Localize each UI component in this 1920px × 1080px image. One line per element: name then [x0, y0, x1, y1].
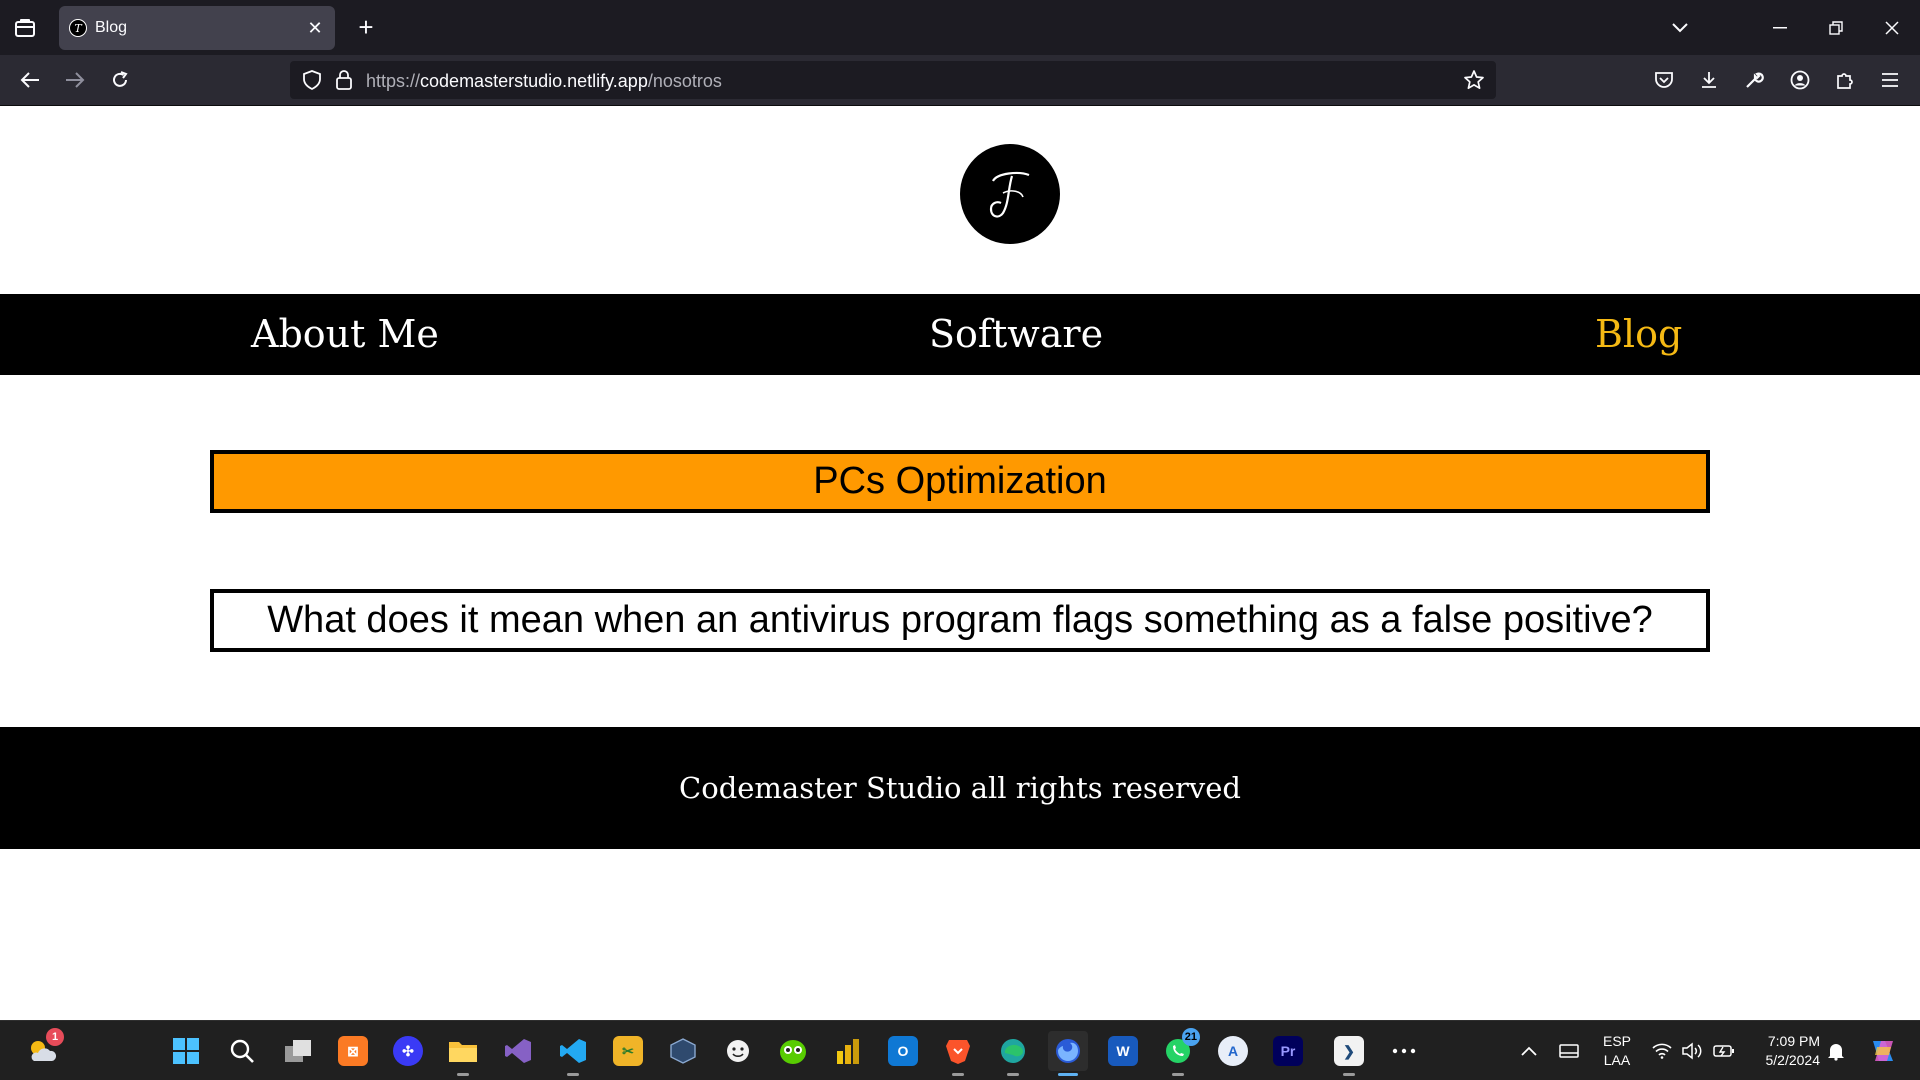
browser-nav-bar: https://codemasterstudio.netlify.app/nos…	[0, 55, 1920, 106]
url-bar[interactable]: https://codemasterstudio.netlify.app/nos…	[290, 61, 1496, 99]
language-code: ESP	[1602, 1033, 1631, 1049]
task-view-icon[interactable]	[278, 1031, 318, 1071]
lock-icon[interactable]	[332, 68, 356, 92]
tab-close-icon[interactable]: ✕	[305, 18, 325, 39]
brave-icon[interactable]	[938, 1031, 978, 1076]
virtualbox-icon[interactable]	[663, 1031, 703, 1071]
bookmark-star-icon[interactable]	[1462, 68, 1486, 92]
taskbar: 1 ⊠ ✣ ✂ O W 21 A Pr ❯ ESP LAA 7:09 PM 5/…	[0, 1020, 1920, 1080]
site-footer: Codemaster Studio all rights reserved	[0, 727, 1920, 849]
tab-overflow-chevron-icon[interactable]	[1652, 0, 1708, 55]
clock-time: 7:09 PM	[1767, 1033, 1820, 1049]
whatsapp-icon[interactable]: 21	[1158, 1028, 1200, 1076]
running-indicator	[1172, 1073, 1184, 1076]
touch-keyboard-icon[interactable]	[1557, 1039, 1581, 1063]
site-logo[interactable]	[960, 144, 1060, 244]
extensions-icon[interactable]	[1829, 64, 1861, 96]
wifi-icon[interactable]	[1650, 1039, 1674, 1063]
blog-post-link[interactable]: What does it mean when an antivirus prog…	[210, 589, 1710, 652]
wrench-icon[interactable]	[1738, 64, 1770, 96]
clock-date: 5/2/2024	[1765, 1052, 1821, 1068]
nav-link-about-me[interactable]: About Me	[251, 312, 439, 356]
clock[interactable]: 7:09 PM 5/2/2024	[1746, 1032, 1821, 1070]
tab-list-icon[interactable]	[10, 13, 40, 43]
running-indicator	[567, 1073, 579, 1076]
premiere-pro-icon[interactable]: Pr	[1268, 1031, 1308, 1071]
duolingo-icon[interactable]	[773, 1031, 813, 1071]
url-host: codemasterstudio.netlify.app	[420, 71, 648, 91]
back-icon[interactable]	[14, 64, 46, 96]
window-controls	[1652, 0, 1920, 55]
volume-icon[interactable]	[1680, 1039, 1704, 1063]
url-path: /nosotros	[647, 71, 722, 91]
browser-tab-active[interactable]: T Blog ✕	[59, 6, 335, 50]
logo-monogram-icon	[989, 171, 1030, 218]
show-hidden-icons-chevron-icon[interactable]	[1517, 1039, 1541, 1063]
restore-icon[interactable]	[1808, 0, 1864, 55]
app-menu-icon[interactable]	[1874, 64, 1906, 96]
terminal-app-icon[interactable]: ❯	[1329, 1031, 1369, 1076]
url-scheme: https://	[366, 71, 421, 91]
language-indicator[interactable]: ESP LAA	[1599, 1032, 1635, 1070]
file-explorer-icon[interactable]	[443, 1031, 483, 1076]
browser-tab-bar: T Blog ✕ +	[0, 0, 1920, 55]
nav-link-software[interactable]: Software	[929, 312, 1103, 356]
tab-favicon-icon: T	[69, 19, 87, 37]
site-navigation: About Me Software Blog	[0, 294, 1920, 375]
weather-widget-icon[interactable]: 1	[22, 1028, 64, 1071]
battery-icon[interactable]	[1712, 1039, 1736, 1063]
shield-icon[interactable]	[300, 68, 324, 92]
edge-dev-icon[interactable]	[993, 1031, 1033, 1076]
running-indicator	[1343, 1073, 1355, 1076]
blog-post-link[interactable]: PCs Optimization	[210, 450, 1710, 513]
close-window-icon[interactable]	[1864, 0, 1920, 55]
new-tab-button[interactable]: +	[350, 12, 382, 44]
vscode-icon[interactable]	[553, 1031, 593, 1076]
reload-icon[interactable]	[104, 64, 136, 96]
whatsapp-badge: 21	[1181, 1028, 1200, 1046]
nav-link-blog[interactable]: Blog	[1595, 312, 1682, 356]
downloads-icon[interactable]	[1693, 64, 1725, 96]
tab-title: Blog	[95, 19, 128, 36]
active-indicator	[1058, 1073, 1078, 1076]
account-icon[interactable]	[1784, 64, 1816, 96]
smiley-app-icon[interactable]	[718, 1031, 758, 1071]
keyboard-layout: LAA	[1603, 1052, 1631, 1068]
azure-data-studio-icon[interactable]: A	[1213, 1031, 1253, 1071]
xampp-icon[interactable]: ⊠	[333, 1031, 373, 1071]
footer-text: Codemaster Studio all rights reserved	[679, 771, 1241, 805]
web-page: About Me Software Blog PCs Optimization …	[0, 106, 1920, 1021]
outlook-new-icon[interactable]: O	[883, 1031, 923, 1071]
search-icon[interactable]	[222, 1031, 262, 1071]
weather-badge: 1	[46, 1028, 64, 1046]
blue-knot-app-icon[interactable]: ✣	[388, 1031, 428, 1071]
forward-icon[interactable]	[59, 64, 91, 96]
running-indicator	[1007, 1073, 1019, 1076]
running-indicator	[457, 1073, 469, 1076]
running-indicator	[952, 1073, 964, 1076]
minimize-icon[interactable]	[1752, 0, 1808, 55]
more-apps-icon[interactable]	[1384, 1031, 1424, 1071]
start-menu-icon[interactable]	[166, 1031, 206, 1071]
url-text[interactable]: https://codemasterstudio.netlify.app/nos…	[366, 71, 722, 92]
firefox-icon[interactable]	[1048, 1031, 1088, 1076]
visual-studio-icon[interactable]	[498, 1031, 538, 1071]
copilot-preview-icon[interactable]	[1866, 1039, 1900, 1063]
word-icon[interactable]: W	[1103, 1031, 1143, 1071]
power-bi-icon[interactable]	[828, 1031, 868, 1071]
notifications-bell-icon[interactable]	[1824, 1039, 1848, 1063]
pocket-icon[interactable]	[1648, 64, 1680, 96]
tools-app-icon[interactable]: ✂	[608, 1031, 648, 1071]
